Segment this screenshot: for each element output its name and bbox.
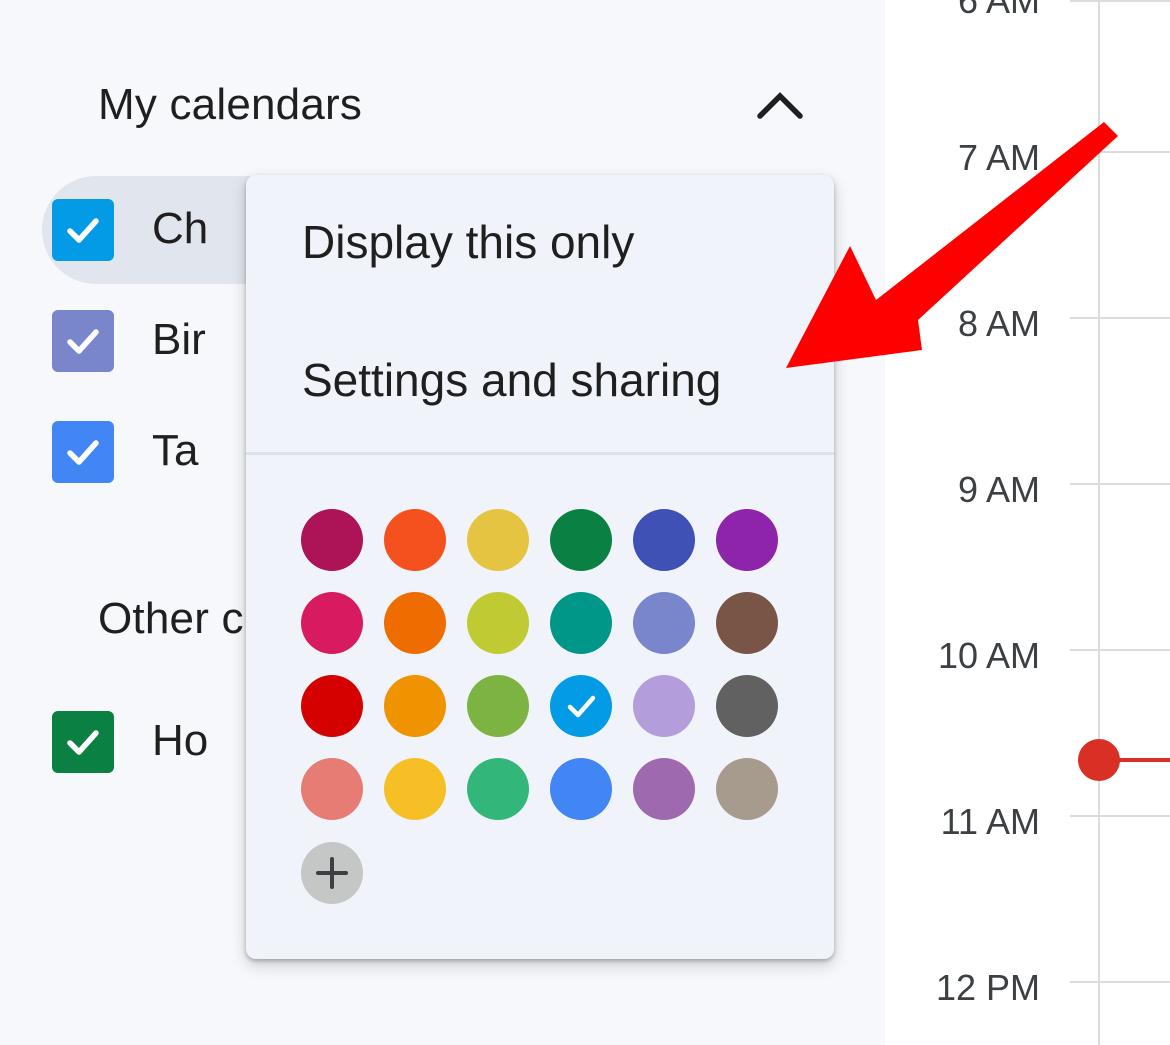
color-swatch[interactable] (550, 592, 612, 654)
current-time-line (1100, 758, 1170, 762)
hour-gridline (1070, 649, 1170, 651)
color-swatch[interactable] (301, 675, 363, 737)
hour-gridline (1070, 0, 1170, 2)
color-swatch[interactable] (384, 509, 446, 571)
settings-and-sharing-menu-item[interactable]: Settings and sharing (246, 315, 834, 445)
color-swatch[interactable] (301, 509, 363, 571)
hour-gridline (1070, 815, 1170, 817)
color-swatch[interactable] (467, 592, 529, 654)
color-swatch[interactable] (716, 592, 778, 654)
hour-label: 7 AM (957, 137, 1040, 178)
calendar-checkbox[interactable] (52, 310, 114, 372)
check-icon (67, 730, 99, 755)
color-swatch[interactable] (550, 509, 612, 571)
color-swatch[interactable] (301, 758, 363, 820)
hour-gridline (1070, 981, 1170, 983)
check-icon (67, 218, 99, 243)
color-swatch[interactable] (384, 675, 446, 737)
calendar-item-label: Ch (152, 204, 209, 253)
hour-label: 9 AM (957, 469, 1040, 510)
color-swatch[interactable] (716, 758, 778, 820)
color-swatch[interactable] (384, 592, 446, 654)
hour-label: 6 AM (957, 0, 1040, 21)
calendar-item-label: Ta (152, 426, 199, 475)
color-swatch[interactable] (633, 509, 695, 571)
calendar-checkbox[interactable] (52, 199, 114, 261)
color-swatch[interactable] (633, 592, 695, 654)
color-swatch[interactable] (550, 675, 612, 737)
color-swatch[interactable] (716, 675, 778, 737)
calendar-checkbox[interactable] (52, 421, 114, 483)
chevron-up-icon[interactable] (750, 80, 810, 132)
hour-label: 8 AM (957, 303, 1040, 344)
color-swatch[interactable] (550, 758, 612, 820)
calendar-checkbox[interactable] (52, 711, 114, 773)
color-swatch[interactable] (467, 509, 529, 571)
hour-gridline (1070, 483, 1170, 485)
check-icon (67, 440, 99, 465)
menu-divider (246, 452, 834, 455)
hour-label: 12 PM (935, 967, 1040, 1008)
color-swatch[interactable] (716, 509, 778, 571)
calendar-item-label: Ho (152, 716, 209, 765)
calendar-options-menu: Display this only Settings and sharing (246, 175, 834, 959)
color-swatch[interactable] (467, 675, 529, 737)
plus-icon (316, 857, 348, 889)
add-custom-color-button[interactable] (301, 842, 363, 904)
calendar-item-label: Bir (152, 315, 206, 364)
color-swatch[interactable] (633, 758, 695, 820)
other-calendars-title: Other c (98, 594, 244, 643)
hour-label: 10 AM (937, 635, 1040, 676)
color-swatch[interactable] (384, 758, 446, 820)
color-swatch[interactable] (633, 675, 695, 737)
color-swatch[interactable] (467, 758, 529, 820)
hour-label: 11 AM (940, 801, 1040, 842)
check-icon (67, 329, 99, 354)
day-column-divider (1098, 0, 1100, 1045)
check-icon (567, 695, 596, 718)
hour-gridline (1070, 317, 1170, 319)
color-swatch[interactable] (301, 592, 363, 654)
display-this-only-menu-item[interactable]: Display this only (246, 177, 834, 307)
hour-gridline (1070, 151, 1170, 153)
my-calendars-title: My calendars (98, 80, 363, 129)
